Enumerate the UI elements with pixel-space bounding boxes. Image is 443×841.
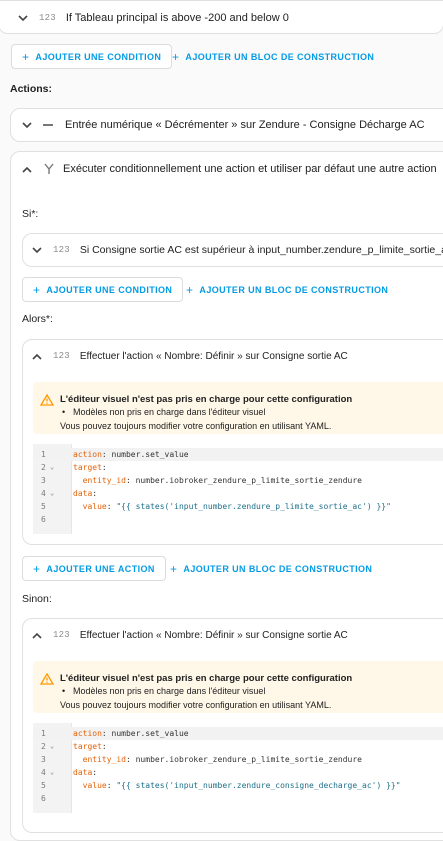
warning-bullet: Modèles non pris en charge dans l'éditeu… (62, 686, 265, 696)
add-condition-label: AJOUTER UNE CONDITION (35, 51, 162, 62)
warning-box: L'éditeur visuel n'est pas pris en charg… (33, 661, 443, 713)
actions-heading: Actions: (10, 83, 52, 95)
line-number: 5 (41, 781, 46, 790)
top-condition-label: If Tableau principal is above -200 and b… (65, 12, 289, 24)
si-add-block-button[interactable]: + AJOUTER UN BLOC DE CONSTRUCTION (186, 277, 388, 302)
code-text: entity_id: number.iobroker_zendure_p_lim… (73, 476, 362, 485)
action-conditional-header[interactable]: Exécuter conditionnellement une action e… (19, 153, 437, 185)
yaml-editor[interactable]: 1 action: number.set_value 2 ⌄ target: 3 enti… (33, 723, 443, 813)
code-line[interactable]: 3 entity_id: number.iobroker_zendure_p_l… (33, 753, 443, 766)
warning-box: L'éditeur visuel n'est pas pris en charg… (33, 382, 443, 434)
code-line[interactable]: 3 entity_id: number.iobroker_zendure_p_l… (33, 474, 443, 487)
plus-icon: + (33, 282, 41, 297)
si-add-block-label: AJOUTER UN BLOC DE CONSTRUCTION (199, 284, 389, 295)
branch-icon (43, 163, 55, 175)
code-text: action: number.set_value (73, 729, 189, 738)
plus-icon: + (22, 49, 30, 64)
sinon-action-header[interactable]: 123 Effectuer l'action « Nombre: Définir… (29, 619, 348, 651)
code-line[interactable]: 4 ⌄ data: (33, 766, 443, 779)
code-text: data: (73, 768, 98, 777)
add-action-button[interactable]: + AJOUTER UNE ACTION (22, 556, 166, 581)
code-text: action: number.set_value (73, 450, 189, 459)
warning-title: L'éditeur visuel n'est pas pris en charg… (60, 394, 353, 405)
code-text: value: "{{ states('input_number.zendure_… (73, 781, 401, 790)
alors-action-label: Effectuer l'action « Nombre: Définir » s… (79, 350, 348, 362)
si-heading: Si*: (22, 208, 39, 220)
si-add-condition-button[interactable]: + AJOUTER UNE CONDITION (22, 277, 184, 302)
number-icon: 123 (53, 351, 70, 361)
plus-icon: + (186, 282, 194, 297)
number-icon: 123 (39, 13, 56, 23)
warning-bullet: Modèles non pris en charge dans l'éditeu… (62, 407, 265, 417)
code-text: entity_id: number.iobroker_zendure_p_lim… (73, 755, 362, 764)
alors-heading: Alors*: (22, 313, 53, 325)
number-icon: 123 (53, 245, 70, 255)
top-condition-card: 123 If Tableau principal is above -200 a… (0, 0, 443, 34)
code-text: value: "{{ states('input_number.zendure_… (73, 502, 391, 511)
code-line[interactable]: 6 (33, 513, 443, 526)
alors-action-card: 123 Effectuer l'action « Nombre: Définir… (22, 339, 443, 545)
si-add-condition-label: AJOUTER UNE CONDITION (46, 284, 173, 295)
alors-add-block-button[interactable]: + AJOUTER UN BLOC DE CONSTRUCTION (170, 556, 372, 581)
code-line[interactable]: 1 action: number.set_value (33, 448, 443, 461)
sinon-action-label: Effectuer l'action « Nombre: Définir » s… (79, 629, 348, 641)
minus-icon (43, 124, 53, 126)
si-condition-label: Si Consigne sortie AC est supérieur à in… (79, 244, 443, 256)
code-line[interactable]: 5 value: "{{ states('input_number.zendur… (33, 779, 443, 792)
warning-icon (39, 672, 55, 690)
action-numeric-header[interactable]: Entrée numérique « Décrémenter » sur Zen… (19, 109, 425, 141)
line-number: 5 (41, 502, 46, 511)
code-line[interactable]: 1 action: number.set_value (33, 727, 443, 740)
fold-chevron-icon[interactable]: ⌄ (50, 766, 54, 779)
chevron-down-icon[interactable] (15, 10, 31, 26)
warning-title: L'éditeur visuel n'est pas pris en charg… (60, 673, 353, 684)
code-text: data: (73, 489, 98, 498)
add-action-label: AJOUTER UNE ACTION (46, 563, 155, 574)
plus-icon: + (170, 561, 178, 576)
chevron-down-icon[interactable] (29, 242, 45, 258)
chevron-up-icon[interactable] (29, 348, 45, 364)
code-line[interactable]: 2 ⌄ target: (33, 461, 443, 474)
line-number: 6 (41, 794, 46, 803)
code-line[interactable]: 4 ⌄ data: (33, 487, 443, 500)
action-conditional-label: Exécuter conditionnellement une action e… (63, 163, 437, 175)
plus-icon: + (172, 49, 180, 64)
code-line[interactable]: 6 (33, 792, 443, 805)
alors-add-block-label: AJOUTER UN BLOC DE CONSTRUCTION (183, 563, 373, 574)
fold-chevron-icon[interactable]: ⌄ (50, 740, 54, 753)
chevron-down-icon[interactable] (19, 117, 35, 133)
sinon-heading: Sinon: (22, 593, 52, 605)
fold-chevron-icon[interactable]: ⌄ (50, 487, 54, 500)
warning-icon (39, 393, 55, 411)
code-line[interactable]: 2 ⌄ target: (33, 740, 443, 753)
sinon-action-card: 123 Effectuer l'action « Nombre: Définir… (22, 618, 443, 833)
yaml-editor[interactable]: 1 action: number.set_value 2 ⌄ target: 3 enti… (33, 444, 443, 534)
line-number: 3 (41, 755, 46, 764)
action-numeric-card: Entrée numérique « Décrémenter » sur Zen… (10, 108, 443, 142)
add-block-button[interactable]: + AJOUTER UN BLOC DE CONSTRUCTION (172, 44, 374, 69)
code-text: target: (73, 463, 107, 472)
add-condition-button[interactable]: + AJOUTER UNE CONDITION (11, 44, 173, 69)
chevron-up-icon[interactable] (19, 161, 35, 177)
si-condition-header[interactable]: 123 Si Consigne sortie AC est supérieur … (29, 234, 443, 266)
line-number: 1 (41, 450, 46, 459)
add-block-label: AJOUTER UN BLOC DE CONSTRUCTION (185, 51, 375, 62)
si-condition-card: 123 Si Consigne sortie AC est supérieur … (22, 233, 443, 267)
line-number: 1 (41, 729, 46, 738)
warning-note: Vous pouvez toujours modifier votre conf… (60, 421, 332, 431)
line-number: 3 (41, 476, 46, 485)
action-numeric-label: Entrée numérique « Décrémenter » sur Zen… (65, 119, 425, 131)
line-number: 6 (41, 515, 46, 524)
warning-note: Vous pouvez toujours modifier votre conf… (60, 700, 332, 710)
top-condition-header[interactable]: 123 If Tableau principal is above -200 a… (15, 2, 289, 34)
plus-icon: + (33, 561, 41, 576)
alors-action-header[interactable]: 123 Effectuer l'action « Nombre: Définir… (29, 340, 348, 372)
chevron-up-icon[interactable] (29, 627, 45, 643)
code-line[interactable]: 5 value: "{{ states('input_number.zendur… (33, 500, 443, 513)
code-text: target: (73, 742, 107, 751)
fold-chevron-icon[interactable]: ⌄ (50, 461, 54, 474)
number-icon: 123 (53, 630, 70, 640)
